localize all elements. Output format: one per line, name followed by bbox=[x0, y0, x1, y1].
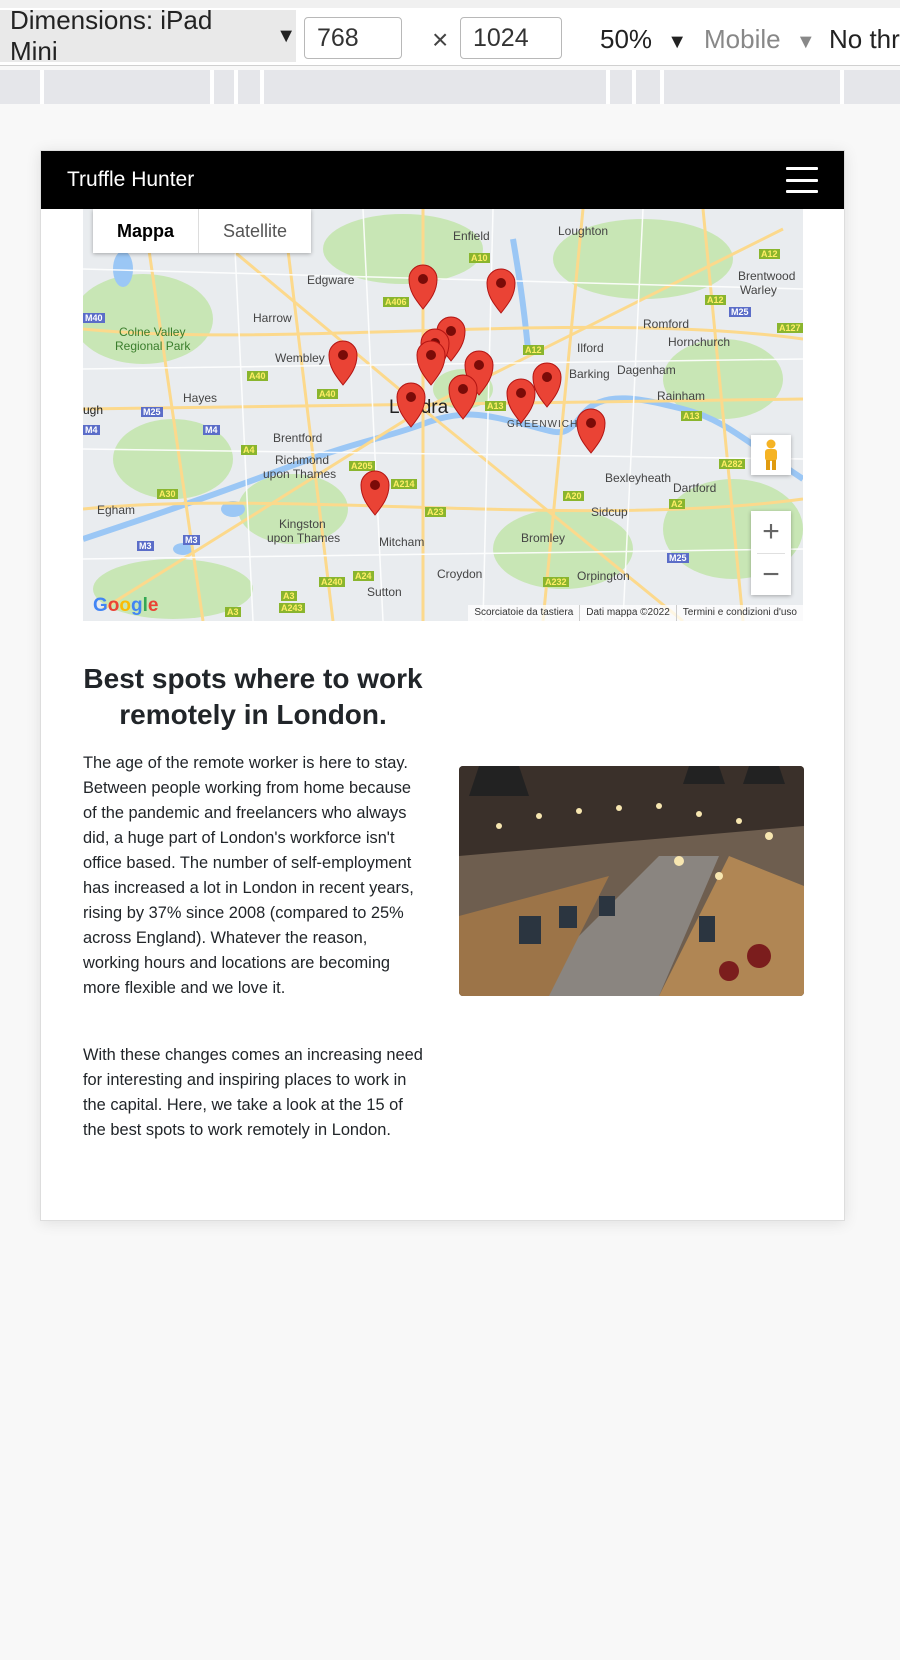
devtools-toolbar: Dimensions: iPad Mini ▼ 768 × 1024 50% ▼… bbox=[0, 0, 900, 66]
article-paragraph-1: The age of the remote worker is here to … bbox=[83, 754, 414, 997]
map-type-control: Mappa Satellite bbox=[93, 209, 312, 253]
map-type-map-button[interactable]: Mappa bbox=[93, 209, 198, 253]
zoom-in-button[interactable]: + bbox=[751, 511, 791, 553]
height-input[interactable]: 1024 bbox=[460, 17, 562, 59]
zoom-dropdown[interactable]: 50% ▼ bbox=[600, 24, 687, 55]
dimensions-dropdown[interactable]: Dimensions: iPad Mini ▼ bbox=[0, 5, 296, 66]
map-attribution: Scorciatoie da tastiera Dati mappa ©2022… bbox=[468, 605, 803, 621]
dimensions-label: Dimensions: iPad Mini bbox=[10, 5, 213, 66]
google-logo[interactable]: Google bbox=[93, 595, 158, 617]
map-marker[interactable] bbox=[416, 340, 446, 386]
brand-link[interactable]: Truffle Hunter bbox=[67, 168, 194, 192]
article-paragraph-2: With these changes comes an increasing n… bbox=[83, 1046, 423, 1139]
device-type-label: Mobile bbox=[704, 24, 781, 54]
markers bbox=[83, 209, 803, 621]
times-icon: × bbox=[432, 24, 449, 55]
dropdown-arrow-icon: ▼ bbox=[667, 31, 688, 53]
map-marker[interactable] bbox=[360, 470, 390, 516]
navbar: Truffle Hunter bbox=[41, 151, 844, 209]
media-query-bar[interactable] bbox=[0, 70, 900, 104]
zoom-label: 50% bbox=[600, 24, 653, 54]
zoom-out-button[interactable]: − bbox=[751, 554, 791, 596]
map-marker[interactable] bbox=[486, 268, 516, 314]
map-marker[interactable] bbox=[408, 264, 438, 310]
map-marker[interactable] bbox=[576, 408, 606, 454]
article-heading: Best spots where to work remotely in Lon… bbox=[83, 663, 423, 730]
map-marker[interactable] bbox=[448, 374, 478, 420]
map-marker[interactable] bbox=[532, 362, 562, 408]
device-viewport: Truffle Hunter Enfield Loughton Edgware … bbox=[40, 150, 845, 1221]
width-input[interactable]: 768 bbox=[304, 17, 402, 59]
menu-toggle-icon[interactable] bbox=[786, 167, 818, 193]
coworking-photo bbox=[459, 766, 804, 996]
keyboard-shortcuts-link[interactable]: Scorciatoie da tastiera bbox=[468, 605, 579, 621]
map-type-satellite-button[interactable]: Satellite bbox=[198, 209, 311, 253]
dropdown-arrow-icon: ▼ bbox=[795, 31, 816, 53]
terms-link[interactable]: Termini e condizioni d'uso bbox=[675, 605, 803, 621]
device-type-dropdown[interactable]: Mobile ▼ bbox=[704, 24, 816, 55]
map-marker[interactable] bbox=[506, 378, 536, 424]
dropdown-arrow-icon: ▼ bbox=[276, 24, 296, 47]
throttle-dropdown[interactable]: No thr bbox=[829, 24, 900, 55]
map-marker[interactable] bbox=[328, 340, 358, 386]
zoom-control: + − bbox=[751, 511, 791, 595]
map-marker[interactable] bbox=[396, 382, 426, 428]
map-data-label: Dati mappa ©2022 bbox=[579, 605, 676, 621]
street-view-pegman-icon[interactable] bbox=[751, 435, 791, 475]
map[interactable]: Rickmansworth Enfield Loughton Edgware B… bbox=[83, 209, 803, 621]
